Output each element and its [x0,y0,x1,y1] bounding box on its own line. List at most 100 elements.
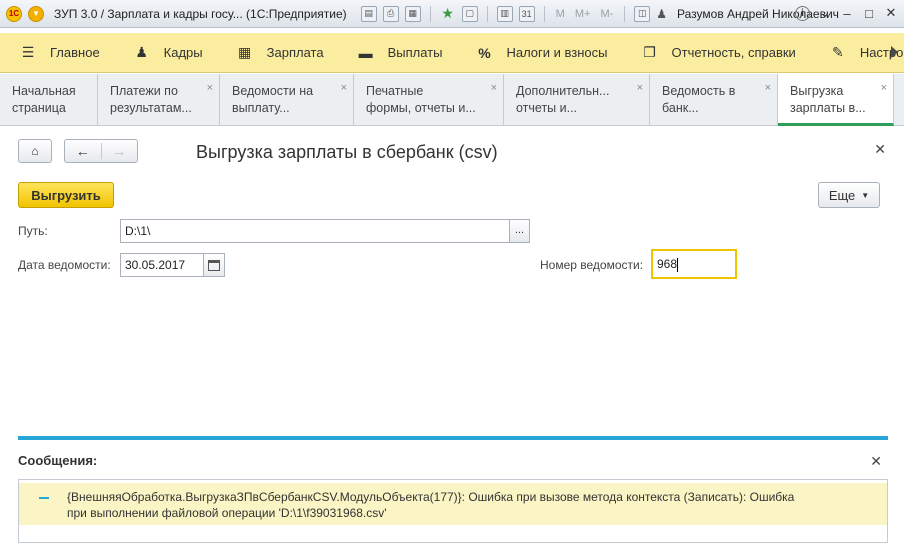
memory-plus-button[interactable]: M+ [575,8,591,20]
back-arrow-icon[interactable]: ← [65,143,101,159]
history-icon[interactable]: ▢ [461,5,478,22]
title-toolbar: ▤ ⎙ ▦ ★ ▢ ▥ 31 M M+ M- ◫ ♟ Разумов Андре… [360,5,839,22]
section-settings[interactable]: ✎ Настро [810,33,904,73]
tab-label: формы, отчеты и... [366,101,476,115]
date-label: Дата ведомости: [18,258,111,272]
tab-label: Дополнительн... [516,84,610,98]
close-messages-button[interactable]: ✕ [870,453,882,470]
number-input[interactable]: 968 [651,249,737,279]
close-window-button[interactable]: ✕ [884,5,898,21]
favorites-star-icon[interactable]: ★ [440,5,456,22]
calculator-icon[interactable]: ▥ [496,5,513,22]
tab-label: зарплаты в... [790,101,866,115]
close-icon[interactable]: × [207,80,213,97]
wrench-icon: ✎ [831,44,844,60]
print-icon[interactable]: ⎙ [382,5,399,22]
tab-label: Выгрузка [790,84,844,98]
calendar-icon[interactable]: 31 [518,5,535,22]
messages-splitter[interactable] [18,436,888,440]
sections-panel: ☰ Главное ♟ Кадры ▦ Зарплата ▬ Выплаты %… [0,33,904,73]
upload-button[interactable]: Выгрузить [18,182,114,208]
people-icon: ♟ [135,44,148,60]
home-icon: ⌂ [31,144,39,158]
path-input[interactable]: D:\1\ [120,219,510,243]
more-label: Еще [828,187,856,203]
tab-label: страница [12,101,66,115]
tab-label: отчеты и... [516,101,578,115]
message-marker-icon [39,497,49,499]
close-form-button[interactable]: ✕ [874,141,886,158]
main-menu-icon[interactable]: ▼ [28,5,44,22]
section-taxes[interactable]: % Налоги и взносы [456,33,621,73]
section-label: Выплаты [387,45,443,60]
messages-title: Сообщения: [18,453,98,468]
app-logo-icon: 1С [6,5,22,22]
maximize-button[interactable]: □ [862,6,876,21]
tab-label: Начальная [12,84,76,98]
section-label: Налоги и взносы [506,45,608,60]
text-cursor [677,257,679,272]
window-titlebar: 1С ▼ ЗУП 3.0 / Зарплата и кадры госу... … [0,0,904,28]
date-input[interactable]: 30.05.2017 [120,253,204,277]
section-label: Главное [50,45,100,60]
tab-print-forms[interactable]: × Печатные формы, отчеты и... [354,74,504,126]
section-payments[interactable]: ▬ Выплаты [338,33,457,73]
panel-layout-icon[interactable]: ◫ [634,5,651,22]
tab-bank-statement[interactable]: × Ведомость в банк... [650,74,778,126]
memory-m-button[interactable]: M [556,8,565,20]
info-icon[interactable]: i [795,5,810,21]
tab-label: результатам... [110,101,192,115]
tab-additional-reports[interactable]: × Дополнительн... отчеты и... [504,74,650,126]
tab-label: Ведомости на [232,84,314,98]
messages-list: {ВнешняяОбработка.ВыгрузкаЗПвСбербанкCSV… [18,479,888,543]
calculator-icon: ▦ [238,44,252,60]
section-label: Зарплата [266,45,324,60]
menu-lines-icon: ☰ [21,44,35,60]
close-icon[interactable]: × [491,80,497,97]
wallet-icon: ▬ [358,44,373,61]
window-controls: i ⌄ – □ ✕ [795,5,898,21]
section-salary[interactable]: ▦ Зарплата [217,33,338,73]
percent-icon: % [478,44,491,61]
section-personnel[interactable]: ♟ Кадры [114,33,217,73]
tab-label: банк... [662,101,699,115]
memory-minus-button[interactable]: M- [600,8,613,20]
forward-arrow-icon[interactable]: → [100,143,138,159]
tab-label: Ведомость в [662,84,736,98]
form-title: Выгрузка зарплаты в сбербанк (csv) [196,142,498,162]
section-label: Кадры [163,45,203,60]
message-item[interactable]: {ВнешняяОбработка.ВыгрузкаЗПвСбербанкCSV… [19,483,887,525]
tab-label: Платежи по [110,84,178,98]
caret-down-icon: ▼ [861,190,870,200]
section-reports[interactable]: ❐ Отчетность, справки [622,33,810,73]
section-main[interactable]: ☰ Главное [0,33,114,73]
tab-payment-statements[interactable]: × Ведомости на выплату... [220,74,354,126]
stack-icon[interactable]: ▤ [360,5,377,22]
window-title: ЗУП 3.0 / Зарплата и кадры госу... (1С:П… [54,6,347,21]
open-windows-tabs: Начальная страница × Платежи по результа… [0,74,904,126]
user-icon: ♟ [656,6,668,21]
tab-home[interactable]: Начальная страница [0,74,98,126]
navigation-buttons: ← → [64,139,138,163]
home-button[interactable]: ⌂ [18,139,52,163]
preview-icon[interactable]: ▦ [404,5,421,22]
more-button[interactable]: Еще ▼ [818,182,880,208]
tab-label: выплату... [232,101,290,115]
path-select-button[interactable]: ... [509,219,530,243]
chevron-down-icon[interactable]: ⌄ [818,5,832,21]
documents-icon: ❐ [643,44,656,60]
path-label: Путь: [18,224,48,238]
tab-label: Печатные [366,84,424,98]
message-text-line1: {ВнешняяОбработка.ВыгрузкаЗПвСбербанкCSV… [67,490,795,504]
sections-scroll-right-icon[interactable] [891,46,898,58]
number-label: Номер ведомости: [540,258,644,272]
minimize-button[interactable]: – [840,6,854,21]
close-icon[interactable]: × [765,80,771,97]
close-icon[interactable]: × [341,80,347,97]
close-icon[interactable]: × [881,80,887,97]
tab-payments-results[interactable]: × Платежи по результатам... [98,74,220,126]
tab-salary-export[interactable]: × Выгрузка зарплаты в... [778,74,894,126]
number-value: 968 [657,257,678,271]
calendar-button[interactable] [203,253,225,277]
close-icon[interactable]: × [637,80,643,97]
